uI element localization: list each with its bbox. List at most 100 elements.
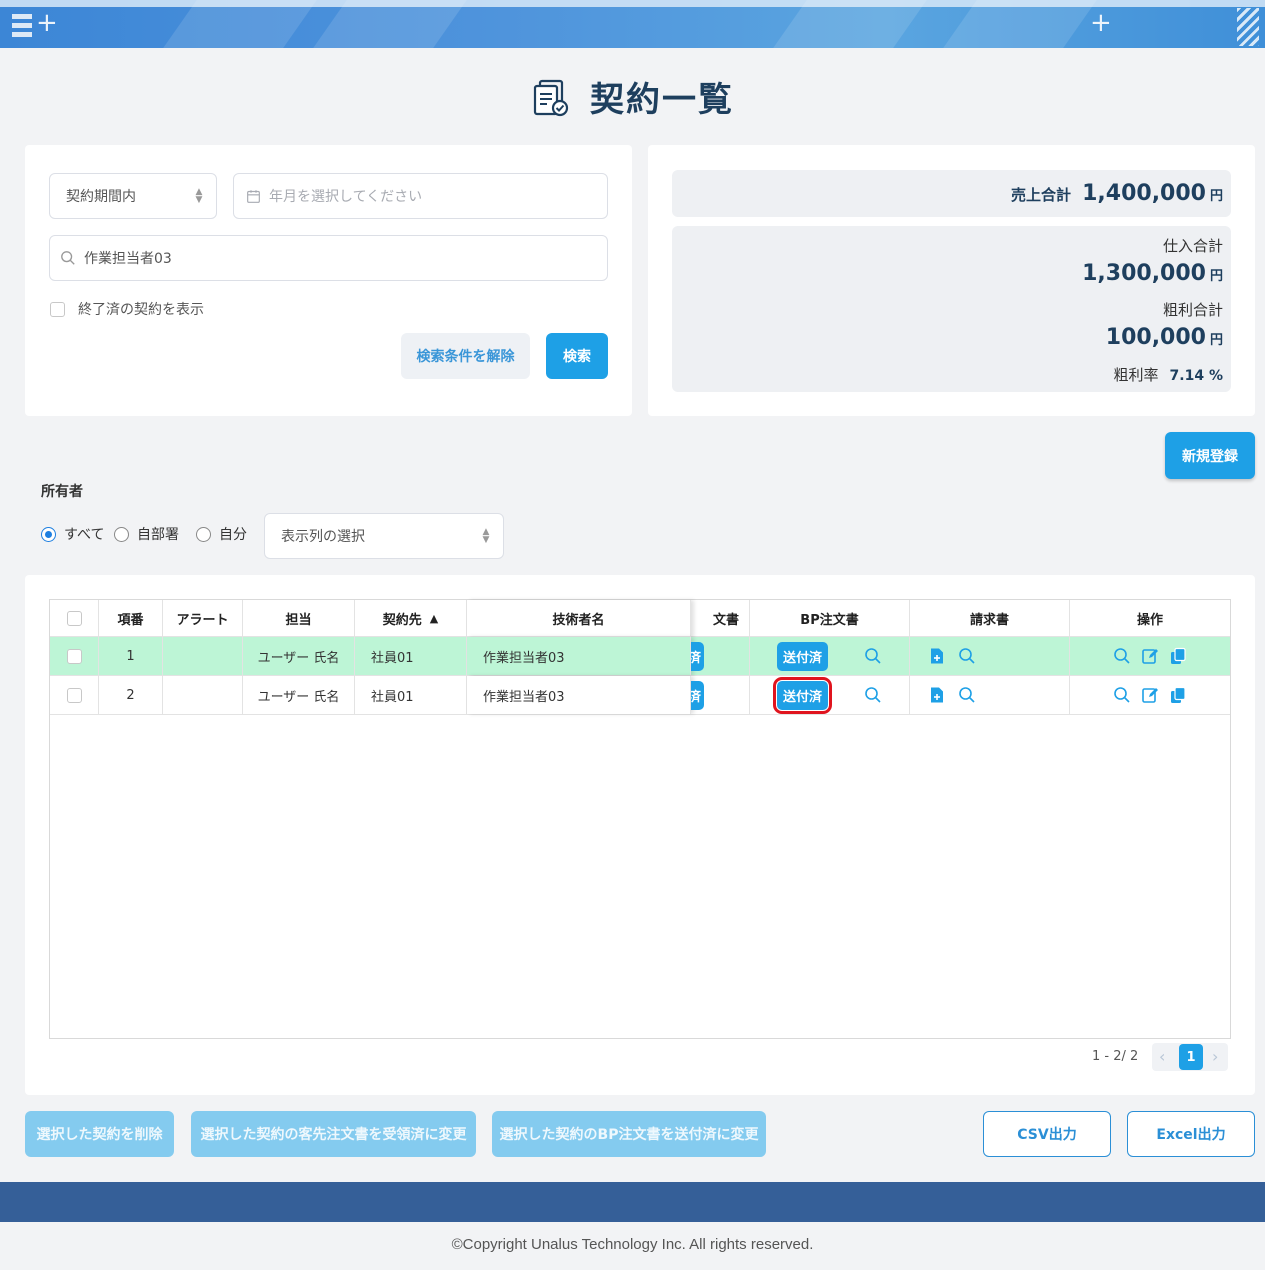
table-row[interactable]: 2 ユーザー 氏名 社員01 作業担当者03 済 送付済 <box>50 676 1230 715</box>
period-select[interactable]: 契約期間内 ▲ ▼ <box>49 173 217 219</box>
client-order-status-tag[interactable]: 済 <box>691 680 704 710</box>
select-all-cell <box>50 600 99 637</box>
delete-selected-button[interactable]: 選択した契約を削除 <box>25 1111 174 1157</box>
csv-export-button[interactable]: CSV出力 <box>983 1111 1111 1157</box>
bp-order-status-tag[interactable]: 送付済 <box>776 641 828 671</box>
month-picker-input[interactable]: 年月を選択してください <box>233 173 608 219</box>
owner-radio-self[interactable]: 自分 <box>196 524 247 544</box>
header-stripe <box>163 0 317 48</box>
owner-label: 所有者 <box>41 484 83 500</box>
table-row[interactable]: 1 ユーザー 氏名 社員01 作業担当者03 済 送付済 <box>50 637 1230 676</box>
row-alert <box>163 676 243 714</box>
row-partial-status-cell: 済 <box>691 637 750 675</box>
header-cross-decoration: + <box>36 8 58 38</box>
pagination-next[interactable]: › <box>1212 1047 1218 1066</box>
mark-client-order-received-button[interactable]: 選択した契約の客先注文書を受領済に変更 <box>191 1111 476 1157</box>
margin-rate-value: 7.14 % <box>1169 368 1223 384</box>
search-icon[interactable] <box>864 647 882 665</box>
row-bp-order-cell: 送付済 <box>750 676 910 714</box>
header-engineer[interactable]: 技術者名 <box>467 600 691 637</box>
sort-ascending-icon: ▲ <box>429 612 439 625</box>
clear-conditions-button[interactable]: 検索条件を解除 <box>401 333 530 379</box>
owner-radio-all[interactable]: すべて <box>41 524 104 544</box>
new-registration-button[interactable]: 新規登録 <box>1165 432 1255 479</box>
radio-indicator <box>114 526 129 542</box>
search-icon[interactable] <box>958 686 976 704</box>
row-invoice-cell <box>910 637 1070 675</box>
currency-unit: 円 <box>1209 189 1223 204</box>
copy-icon[interactable] <box>1169 686 1187 704</box>
show-finished-checkbox[interactable] <box>50 301 65 317</box>
view-search-icon[interactable] <box>1113 647 1131 665</box>
search-icon[interactable] <box>864 686 882 704</box>
top-header-bar: + + <box>0 0 1265 48</box>
pagination-prev[interactable]: ‹ <box>1159 1047 1165 1066</box>
keyword-search-input[interactable]: 作業担当者03 <box>49 235 608 281</box>
header-person[interactable]: 担当 <box>243 600 355 637</box>
columns-select[interactable]: 表示列の選択 ▲ ▼ <box>264 513 504 559</box>
sales-total-value: 1,400,000 <box>1082 181 1206 206</box>
row-checkbox[interactable] <box>66 687 82 703</box>
excel-export-button[interactable]: Excel出力 <box>1127 1111 1255 1157</box>
row-checkbox-cell <box>50 676 99 714</box>
row-engineer: 作業担当者03 <box>467 676 691 714</box>
row-checkbox[interactable] <box>66 648 82 664</box>
keyword-search-value: 作業担当者03 <box>84 251 172 267</box>
purchase-total-label: 仕入合計 <box>1162 237 1223 255</box>
select-all-checkbox[interactable] <box>66 611 82 626</box>
profit-summary-box: 仕入合計 1,300,000 円 粗利合計 100,000 円 粗利率 7.14 % <box>672 226 1231 392</box>
columns-select-value: 表示列の選択 <box>281 529 365 545</box>
header-alert[interactable]: アラート <box>163 600 243 637</box>
summary-card: 売上合計 1,400,000 円 仕入合計 1,300,000 円 粗利合計 100… <box>648 145 1255 416</box>
bp-order-status-tag[interactable]: 送付済 <box>772 676 833 714</box>
edit-icon[interactable] <box>1141 686 1159 704</box>
row-alert <box>163 637 243 675</box>
view-search-icon[interactable] <box>1113 686 1131 704</box>
profit-total-value: 100,000 <box>1105 325 1206 350</box>
row-bp-order-cell: 送付済 <box>750 637 910 675</box>
show-finished-checkbox-row[interactable]: 終了済の契約を表示 <box>50 299 204 319</box>
owner-radio-all-label: すべて <box>64 527 105 543</box>
search-icon[interactable] <box>958 647 976 665</box>
row-actions-cell <box>1070 637 1230 675</box>
search-card: 契約期間内 ▲ ▼ 年月を選択してください 作業担当者03 終了済の契約を表示 検… <box>25 145 632 416</box>
edit-icon[interactable] <box>1141 647 1159 665</box>
radio-indicator <box>41 526 56 542</box>
header-hatch-decoration <box>1237 8 1259 46</box>
header-client[interactable]: 契約先 ▲ <box>355 600 467 637</box>
header-invoice[interactable]: 請求書 <box>910 600 1070 637</box>
row-actions-cell <box>1070 676 1230 714</box>
row-person: ユーザー 氏名 <box>243 676 355 714</box>
contract-document-icon <box>533 79 569 116</box>
owner-radio-department[interactable]: 自部署 <box>114 524 179 544</box>
mark-bp-order-sent-button[interactable]: 選択した契約のBP注文書を送付済に変更 <box>492 1111 766 1157</box>
row-engineer: 作業担当者03 <box>467 637 691 675</box>
owner-radio-department-label: 自部署 <box>137 527 179 543</box>
search-button[interactable]: 検索 <box>546 333 608 379</box>
add-document-icon[interactable] <box>928 686 946 704</box>
contract-table: 項番 アラート 担当 契約先 ▲ 技術者名 文書 BP注文書 請求書 操作 1 … <box>49 599 1231 1039</box>
show-finished-label: 終了済の契約を表示 <box>78 302 204 318</box>
table-header-row: 項番 アラート 担当 契約先 ▲ 技術者名 文書 BP注文書 請求書 操作 <box>50 600 1230 637</box>
page-title: 契約一覧 <box>590 80 735 120</box>
add-document-icon[interactable] <box>928 647 946 665</box>
updown-chevron-icon: ▲ ▼ <box>482 527 490 545</box>
header-bp-order[interactable]: BP注文書 <box>750 600 910 637</box>
menu-icon[interactable] <box>12 14 32 41</box>
row-person: ユーザー 氏名 <box>243 637 355 675</box>
header-partial-column[interactable]: 文書 <box>691 600 750 637</box>
header-no[interactable]: 項番 <box>99 600 163 637</box>
header-stripe <box>313 0 467 48</box>
margin-rate-label: 粗利率 <box>1113 366 1159 384</box>
owner-radio-self-label: 自分 <box>219 527 247 543</box>
row-no: 2 <box>99 676 163 714</box>
header-actions[interactable]: 操作 <box>1070 600 1230 637</box>
copyright-text: ©Copyright Unalus Technology Inc. All ri… <box>451 1236 814 1253</box>
pagination-controls: ‹ 1 › <box>1152 1043 1228 1071</box>
copy-icon[interactable] <box>1169 647 1187 665</box>
profit-total-label: 粗利合計 <box>1162 301 1223 319</box>
pagination-page-1[interactable]: 1 <box>1179 1044 1203 1070</box>
client-order-status-tag[interactable]: 済 <box>691 641 704 671</box>
row-client: 社員01 <box>355 676 467 714</box>
radio-indicator <box>196 526 211 542</box>
